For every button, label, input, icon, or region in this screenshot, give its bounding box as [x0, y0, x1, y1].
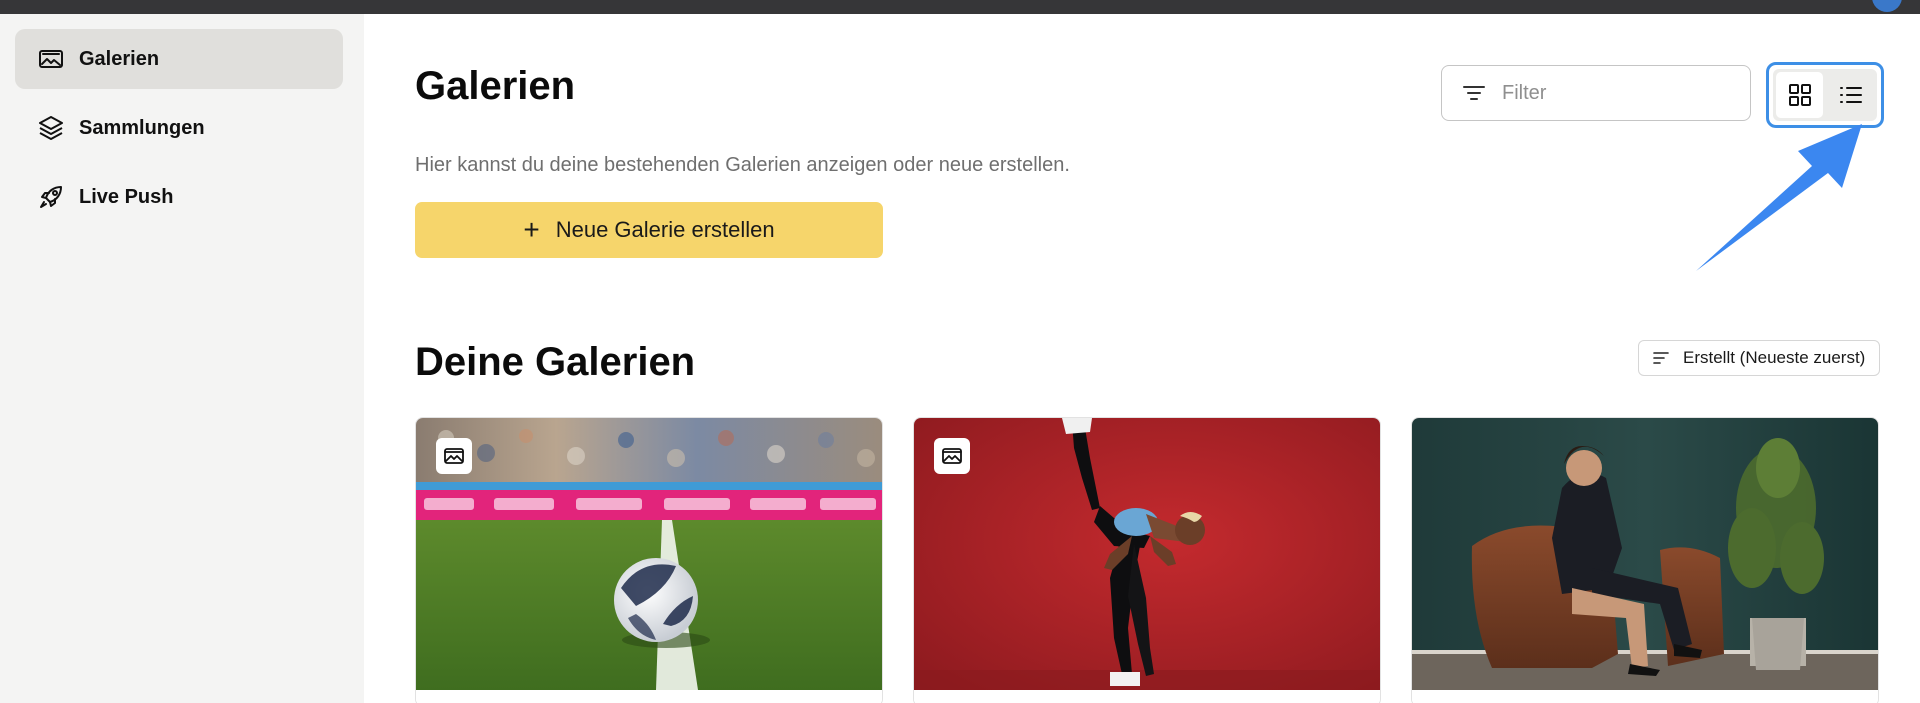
page-title: Galerien	[415, 64, 576, 108]
rocket-icon	[37, 183, 65, 211]
sidebar-item-sammlungen[interactable]: Sammlungen	[15, 98, 343, 158]
card-footer	[1412, 690, 1878, 703]
filter-field[interactable]	[1441, 65, 1751, 121]
gallery-thumbnail	[416, 418, 882, 690]
sidebar-item-label: Sammlungen	[79, 116, 205, 139]
gallery-badge	[436, 438, 472, 474]
grid-view-button[interactable]	[1776, 72, 1823, 118]
sort-icon	[1653, 352, 1669, 364]
new-gallery-button-label: Neue Galerie erstellen	[555, 217, 775, 242]
sort-button-label: Erstellt (Neueste zuerst)	[1683, 348, 1866, 367]
sidebar-item-galerien[interactable]: Galerien	[15, 29, 343, 89]
filter-input[interactable]	[1502, 81, 1722, 105]
page-subtitle: Hier kannst du deine bestehenden Galerie…	[415, 154, 1070, 176]
gallery-card[interactable]	[415, 417, 883, 703]
gallery-thumbnail	[914, 418, 1380, 690]
new-gallery-button[interactable]: + Neue Galerie erstellen	[415, 202, 883, 258]
sidebar-item-label: Live Push	[79, 185, 174, 208]
gallery-badge	[934, 438, 970, 474]
card-footer	[416, 690, 882, 703]
gallery-thumbnail	[1412, 418, 1878, 690]
gallery-icon	[942, 448, 962, 464]
user-avatar[interactable]	[1872, 0, 1902, 12]
main-content: Galerien Hier kannst du deine bestehende…	[364, 14, 1920, 703]
card-footer	[914, 690, 1380, 703]
section-title: Deine Galerien	[415, 340, 696, 384]
list-view-icon	[1839, 87, 1862, 103]
view-toggle	[1766, 62, 1884, 128]
gallery-card[interactable]	[1411, 417, 1879, 703]
sidebar-item-live-push[interactable]: Live Push	[15, 167, 343, 227]
gallery-icon	[37, 45, 65, 73]
sidebar: Galerien Sammlungen Live Push	[0, 14, 364, 703]
layers-icon	[37, 114, 65, 142]
grid-view-icon	[1788, 84, 1811, 106]
gallery-icon	[444, 448, 464, 464]
gallery-card[interactable]	[913, 417, 1381, 703]
sort-button[interactable]: Erstellt (Neueste zuerst)	[1638, 340, 1880, 376]
filter-icon	[1463, 86, 1485, 100]
sidebar-item-label: Galerien	[79, 47, 160, 70]
view-toggle-group	[1773, 69, 1877, 121]
plus-icon: +	[523, 214, 540, 245]
list-view-button[interactable]	[1827, 72, 1874, 118]
annotation-arrow-icon	[1696, 124, 1862, 271]
top-bar	[0, 0, 1920, 14]
